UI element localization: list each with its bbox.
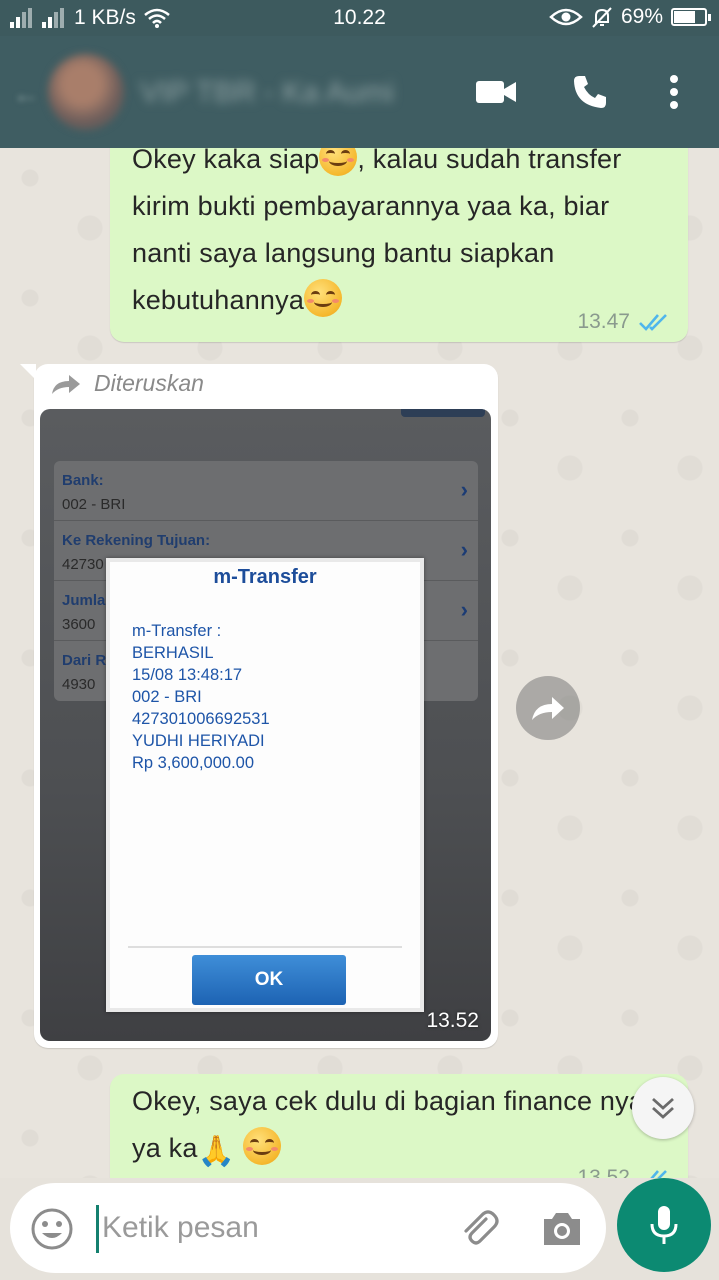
dialog-line: 427301006692531 xyxy=(132,710,270,728)
chat-header: ← VIP TBR - Ka Aumi xyxy=(0,36,719,148)
dialog-title: m-Transfer xyxy=(213,566,317,588)
video-call-button[interactable] xyxy=(472,68,520,116)
message-line: ya ka xyxy=(132,1133,198,1163)
scroll-to-bottom-button[interactable] xyxy=(632,1077,694,1139)
more-vert-icon xyxy=(670,75,678,109)
panel-label: Bank: xyxy=(62,472,104,489)
message-time: 13.47 xyxy=(577,310,630,333)
panel-value: 002 - BRI xyxy=(62,496,126,513)
message-bubble-outgoing[interactable]: Okey kaka siap , kalau sudah transfer kir… xyxy=(110,148,688,342)
chevron-right-icon: › xyxy=(460,537,468,562)
chat-area[interactable]: Okey kaka siap , kalau sudah transfer kir… xyxy=(0,148,719,1178)
panel-value: 3600 xyxy=(62,616,96,633)
message-time: 13.52 xyxy=(577,1166,630,1178)
message-bubble-outgoing[interactable]: Okey, saya cek dulu di bagian finance ny… xyxy=(110,1074,688,1178)
dialog-line: 15/08 13:48:17 xyxy=(132,666,243,684)
smiling-emoji-icon xyxy=(319,148,358,176)
dialog-line: BERHASIL xyxy=(132,644,214,662)
panel-value: 4930 xyxy=(62,676,96,693)
forwarded-label: Diteruskan xyxy=(50,370,204,397)
image-top-button xyxy=(401,409,485,417)
panel-label: Jumla xyxy=(62,592,106,609)
voice-call-button[interactable] xyxy=(566,68,614,116)
dialog-ok-button: OK xyxy=(192,955,346,1005)
message-line: kebutuhannya xyxy=(132,285,305,315)
contact-avatar[interactable] xyxy=(48,54,124,130)
eye-icon xyxy=(549,8,583,26)
panel-row: Bank: 002 - BRI › xyxy=(54,461,478,521)
more-options-button[interactable] xyxy=(650,68,698,116)
message-text: Okey, saya cek dulu di bagian finance ny… xyxy=(132,1078,644,1175)
video-call-icon xyxy=(476,81,516,103)
smiling-emoji-icon xyxy=(304,279,343,317)
dialog-line: YUDHI HERIYADI xyxy=(132,732,265,750)
battery-percent: 69% xyxy=(620,5,663,28)
emoji-icon[interactable] xyxy=(30,1207,74,1251)
chevron-right-icon: › xyxy=(460,597,468,622)
message-meta: 13.52 xyxy=(577,1166,670,1178)
mute-bell-icon xyxy=(592,7,612,28)
microphone-icon xyxy=(650,1206,678,1244)
status-right: 69% xyxy=(549,5,711,29)
forward-arrow-icon xyxy=(52,374,80,394)
forward-button[interactable] xyxy=(516,676,580,740)
message-input-container[interactable]: Ketik pesan xyxy=(10,1183,606,1273)
image-attachment[interactable]: Bank: 002 - BRI › Ke Rekening Tujuan: 42… xyxy=(40,409,491,1041)
camera-icon[interactable] xyxy=(540,1207,584,1251)
battery-icon xyxy=(671,8,711,26)
panel-value: 42730 xyxy=(62,556,104,573)
voice-message-button[interactable] xyxy=(617,1178,711,1272)
smiling-emoji-icon xyxy=(242,1127,281,1165)
text-caret xyxy=(96,1205,99,1253)
chevron-right-icon: › xyxy=(460,477,468,502)
dialog-line: Rp 3,600,000.00 xyxy=(132,754,255,772)
double-chevron-down-icon xyxy=(652,1097,674,1119)
read-ticks-icon xyxy=(650,1170,667,1178)
transfer-dialog: m-Transfer m-Transfer : BERHASIL 15/08 1… xyxy=(106,558,424,1012)
back-arrow-icon[interactable]: ← xyxy=(12,78,40,110)
message-text: Okey kaka siap , kalau sudah transfer kir… xyxy=(132,148,621,324)
status-bar: 1 KB/s 10.22 69% xyxy=(0,0,719,36)
contact-name[interactable]: VIP TBR - Ka Aumi xyxy=(140,76,394,110)
message-line: nanti saya langsung bantu siapkan xyxy=(132,238,555,268)
read-ticks-icon xyxy=(639,314,667,331)
forward-arrow-icon xyxy=(532,697,564,720)
message-line: , kalau sudah transfer xyxy=(357,148,622,174)
composer-bar: Ketik pesan xyxy=(0,1178,719,1280)
message-time: 13.52 xyxy=(426,1009,479,1032)
attach-icon[interactable] xyxy=(456,1205,500,1249)
message-line: Okey, saya cek dulu di bagian finance ny… xyxy=(132,1086,645,1116)
message-bubble-incoming[interactable]: Diteruskan Bank: 002 - BRI › Ke Rekening… xyxy=(20,364,498,1048)
praying-hands-emoji-icon: 🙏 xyxy=(197,1135,236,1168)
dialog-line: 002 - BRI xyxy=(132,688,202,706)
phone-icon xyxy=(574,76,606,108)
message-meta: 13.47 xyxy=(577,310,670,334)
forwarded-text: Diteruskan xyxy=(94,370,204,396)
dialog-divider xyxy=(128,946,402,948)
dialog-line: m-Transfer : xyxy=(132,622,222,640)
message-line: Okey kaka siap xyxy=(132,148,320,174)
panel-label: Dari R xyxy=(62,652,107,669)
message-input[interactable]: Ketik pesan xyxy=(102,1211,259,1245)
panel-label: Ke Rekening Tujuan: xyxy=(62,532,211,549)
dialog-body: m-Transfer : BERHASIL 15/08 13:48:17 002… xyxy=(132,620,270,774)
message-line: kirim bukti pembayarannya yaa ka, biar xyxy=(132,191,610,221)
